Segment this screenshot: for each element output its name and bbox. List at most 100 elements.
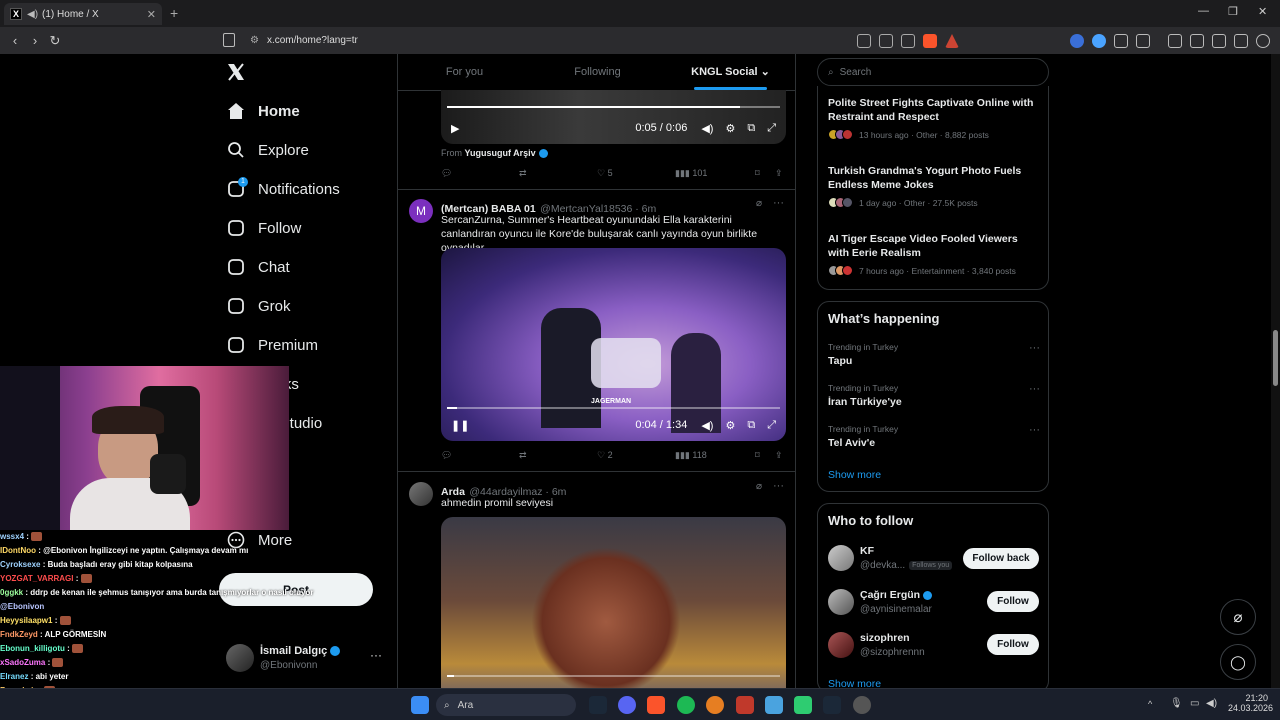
windows-start-icon[interactable] bbox=[411, 696, 429, 714]
vpn-icon[interactable] bbox=[1256, 34, 1270, 48]
discord-icon[interactable] bbox=[618, 696, 636, 714]
play-icon[interactable]: ▶ bbox=[451, 122, 459, 135]
nav-item-chat[interactable]: Chat bbox=[226, 257, 290, 277]
follow-back-button[interactable]: Follow back bbox=[963, 548, 1039, 569]
tab-for-you[interactable]: For you bbox=[398, 54, 531, 90]
clock[interactable]: 21:20 24.03.2026 bbox=[1228, 693, 1273, 713]
steam-icon[interactable] bbox=[823, 696, 841, 714]
app-icon[interactable] bbox=[853, 696, 871, 714]
bookmark-page-icon[interactable] bbox=[223, 33, 235, 47]
x-logo-icon[interactable] bbox=[226, 62, 246, 82]
video-player[interactable]: JAGERMAN ❚❚ 0:04 / 1:34 ◀) ⚙ ⧉ ⤢ bbox=[441, 248, 786, 441]
avatar[interactable] bbox=[828, 589, 854, 615]
messages-float-icon[interactable]: ◯ bbox=[1220, 644, 1256, 680]
user-name[interactable]: KF bbox=[860, 545, 874, 557]
scrollbar[interactable] bbox=[1271, 54, 1280, 688]
chat-username[interactable]: YOZGAT_VARRAGI bbox=[0, 574, 73, 583]
nav-item-notifications[interactable]: 1 Notifications bbox=[226, 177, 340, 199]
user-name[interactable]: Çağrı Ergün bbox=[860, 589, 920, 601]
pip-icon[interactable]: ⧉ bbox=[747, 122, 755, 135]
spotify-icon[interactable] bbox=[677, 696, 695, 714]
chat-username[interactable]: Ebonun_killigotu bbox=[0, 644, 65, 653]
close-window-button[interactable]: ✕ bbox=[1258, 5, 1267, 18]
more-dots-icon[interactable]: ··· bbox=[370, 648, 382, 662]
translate-icon[interactable] bbox=[857, 34, 871, 48]
minimize-button[interactable]: — bbox=[1198, 5, 1209, 17]
settings-icon[interactable]: ⚙ bbox=[725, 419, 735, 432]
source-name[interactable]: Yugusuguf Arşiv bbox=[465, 148, 536, 158]
app-icon[interactable] bbox=[706, 696, 724, 714]
show-more-link[interactable]: Show more bbox=[828, 469, 881, 481]
trend-item[interactable]: Trending in Turkey İran Türkiye'ye ··· bbox=[828, 383, 1040, 408]
steam-icon[interactable] bbox=[589, 696, 607, 714]
mic-icon[interactable]: 🎙︎ bbox=[1170, 698, 1183, 709]
video-progress[interactable] bbox=[447, 106, 780, 108]
avatar[interactable] bbox=[828, 632, 854, 658]
chat-username[interactable]: wssx4 bbox=[0, 532, 24, 541]
brave-icon[interactable] bbox=[647, 696, 665, 714]
tab-kngl-social[interactable]: KNGL Social ⌄ bbox=[664, 54, 795, 90]
brave-shield-icon[interactable] bbox=[923, 34, 937, 48]
pip-icon[interactable]: ⧉ bbox=[747, 419, 755, 432]
nav-item-grok[interactable]: Grok bbox=[226, 296, 291, 316]
more-dots-icon[interactable]: ··· bbox=[773, 197, 784, 209]
bookmark-icon[interactable]: ⌑ bbox=[755, 450, 775, 461]
puzzle-icon[interactable] bbox=[1114, 34, 1128, 48]
forward-icon[interactable]: › bbox=[25, 33, 45, 48]
grok-float-icon[interactable]: ⌀ bbox=[1220, 599, 1256, 635]
more-dots-icon[interactable]: ··· bbox=[1029, 342, 1040, 354]
avatar[interactable]: M bbox=[409, 199, 433, 223]
follow-button[interactable]: Follow bbox=[987, 634, 1039, 655]
volume-icon[interactable]: ◀) bbox=[1206, 698, 1217, 709]
chat-username[interactable]: Heyysilaapw1 bbox=[0, 616, 52, 625]
back-icon[interactable]: ‹ bbox=[5, 33, 25, 48]
brave-rewards-icon[interactable] bbox=[945, 34, 959, 48]
user-name[interactable]: sizophren bbox=[860, 632, 910, 644]
trend-item[interactable]: Turkish Grandma's Yogurt Photo Fuels End… bbox=[828, 164, 1040, 208]
app-icon[interactable] bbox=[736, 696, 754, 714]
cast-icon[interactable] bbox=[879, 34, 893, 48]
trend-item[interactable]: Trending in Turkey Tapu ··· bbox=[828, 342, 1040, 367]
more-dots-icon[interactable]: ··· bbox=[1029, 383, 1040, 395]
chat-username[interactable]: Elranez bbox=[0, 672, 28, 681]
wallet-icon[interactable] bbox=[1212, 34, 1226, 48]
chat-username[interactable]: 0ggkk bbox=[0, 588, 23, 597]
repost-icon[interactable]: ⇄ bbox=[519, 168, 597, 179]
extension-icon[interactable] bbox=[1070, 34, 1084, 48]
chat-username[interactable]: IDontNoo bbox=[0, 546, 36, 555]
share-icon[interactable]: ⇪ bbox=[775, 168, 783, 179]
app-icon[interactable] bbox=[765, 696, 783, 714]
views-icon[interactable]: ▮▮▮ 118 bbox=[675, 450, 755, 461]
video-player[interactable]: ▶ 0:05 / 0:06 ◀) ⚙ ⧉ ⤢ bbox=[441, 90, 786, 144]
reply-icon[interactable]: 💬︎ bbox=[441, 168, 519, 179]
pause-icon[interactable]: ❚❚ bbox=[451, 419, 469, 432]
search-input[interactable]: ⌕ Search bbox=[817, 58, 1049, 86]
trend-item[interactable]: Polite Street Fights Captivate Online wi… bbox=[828, 96, 1040, 140]
leo-ai-icon[interactable] bbox=[1234, 34, 1248, 48]
trend-item[interactable]: Trending in Turkey Tel Aviv'e ··· bbox=[828, 424, 1040, 449]
fullscreen-icon[interactable]: ⤢ bbox=[767, 419, 776, 432]
fullscreen-icon[interactable]: ⤢ bbox=[767, 122, 776, 135]
chat-username[interactable]: xSadoZuma bbox=[0, 658, 45, 667]
tab-following[interactable]: Following bbox=[531, 54, 664, 90]
maximize-button[interactable]: ❐ bbox=[1228, 5, 1238, 18]
views-icon[interactable]: ▮▮▮ 101 bbox=[675, 168, 755, 179]
share-icon[interactable]: ⇪ bbox=[775, 450, 783, 461]
scrollbar-thumb[interactable] bbox=[1273, 330, 1278, 386]
settings-icon[interactable]: ⚙ bbox=[725, 122, 735, 135]
chat-username[interactable]: Cyroksexe bbox=[0, 560, 40, 569]
nav-item-follow[interactable]: Follow bbox=[226, 218, 301, 238]
avatar[interactable] bbox=[409, 482, 433, 506]
bookmark-icon[interactable]: ⌑ bbox=[755, 168, 775, 179]
screenshot-icon[interactable] bbox=[1136, 34, 1150, 48]
browser-tab[interactable]: X ◀) (1) Home / X ✕ bbox=[4, 3, 162, 25]
taskbar-search[interactable]: ⌕ Ara bbox=[436, 694, 576, 716]
music-icon[interactable] bbox=[1168, 34, 1182, 48]
close-tab-icon[interactable]: ✕ bbox=[147, 8, 156, 21]
new-tab-button[interactable]: + bbox=[170, 5, 178, 21]
more-dots-icon[interactable]: ··· bbox=[1029, 424, 1040, 436]
trend-item[interactable]: AI Tiger Escape Video Fooled Viewers wit… bbox=[828, 232, 1040, 276]
like-icon[interactable]: ♡ 5 bbox=[597, 168, 675, 179]
nav-item-explore[interactable]: Explore bbox=[226, 140, 309, 160]
chat-username[interactable]: FndkZeyd bbox=[0, 630, 38, 639]
